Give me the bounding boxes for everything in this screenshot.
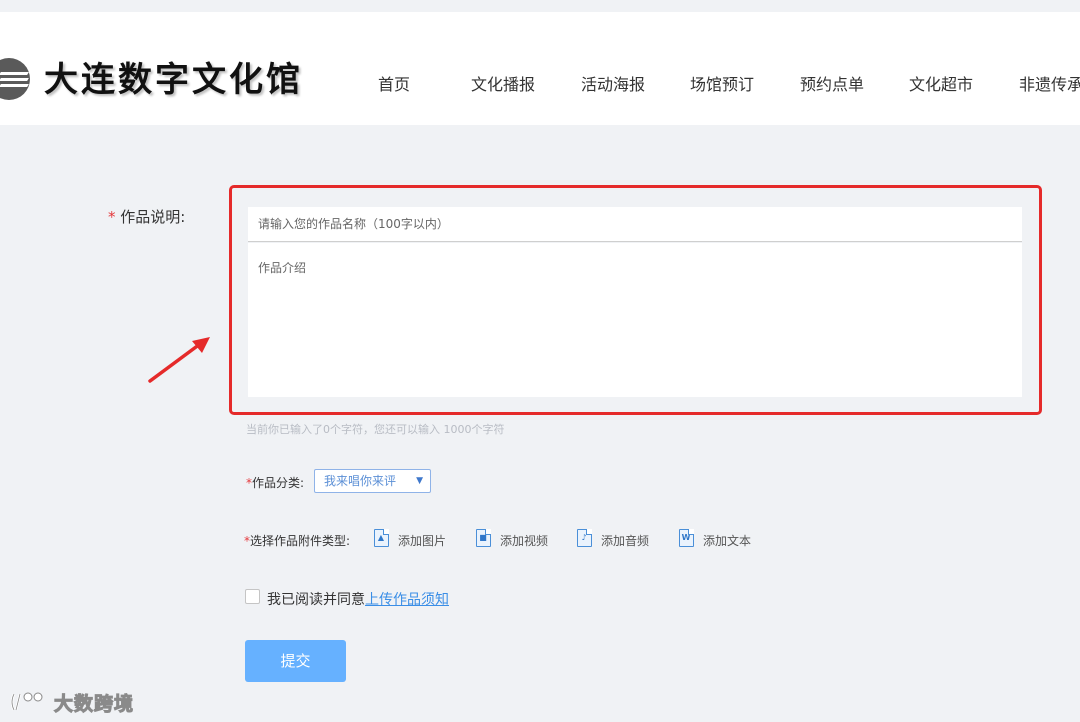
upload-rules-link[interactable]: 上传作品须知 bbox=[365, 592, 449, 608]
nav-item-heritage[interactable]: 非遗传承 bbox=[1019, 71, 1080, 95]
agree-text: 我已阅读并同意上传作品须知 bbox=[267, 592, 449, 608]
nav-item-culture-market[interactable]: 文化超市 bbox=[909, 71, 973, 95]
video-file-icon: ■ bbox=[476, 529, 491, 547]
watermark-logo-icon bbox=[10, 692, 43, 711]
nav-item-venue-booking[interactable]: 场馆预订 bbox=[690, 71, 754, 95]
caret-down-icon: ▼ bbox=[416, 476, 423, 486]
work-title-input[interactable] bbox=[248, 207, 1022, 242]
category-selected-value: 我来唱你来评 bbox=[324, 474, 397, 488]
char-count-hint: 当前你已输入了0个字符，您还可以输入 1000个字符 bbox=[246, 423, 505, 436]
annotation-arrow-icon bbox=[148, 337, 210, 383]
nav-item-home[interactable]: 首页 bbox=[378, 71, 410, 95]
category-select[interactable]: 我来唱你来评 ▼ bbox=[314, 469, 431, 493]
submit-button[interactable]: 提交 bbox=[245, 640, 346, 682]
word-file-icon: W bbox=[679, 529, 694, 547]
description-label: * 作品说明: bbox=[108, 208, 186, 226]
site-header: 大连数字文化馆 首页 文化播报 活动海报 场馆预订 预约点单 文化超市 非遗传承 bbox=[0, 12, 1080, 125]
nav-item-culture-news[interactable]: 文化播报 bbox=[471, 71, 535, 95]
main-nav: 首页 文化播报 活动海报 场馆预订 预约点单 文化超市 非遗传承 bbox=[0, 71, 1080, 95]
agree-checkbox[interactable] bbox=[245, 589, 260, 604]
audio-file-icon: ♪ bbox=[577, 529, 592, 547]
nav-item-reservation[interactable]: 预约点单 bbox=[800, 71, 864, 95]
image-file-icon: ▲ bbox=[374, 529, 389, 547]
nav-item-event-posters[interactable]: 活动海报 bbox=[581, 71, 645, 95]
work-intro-textarea[interactable] bbox=[248, 243, 1022, 397]
category-label: *作品分类: bbox=[246, 476, 305, 490]
attachment-type-label: *选择作品附件类型: bbox=[244, 534, 351, 548]
